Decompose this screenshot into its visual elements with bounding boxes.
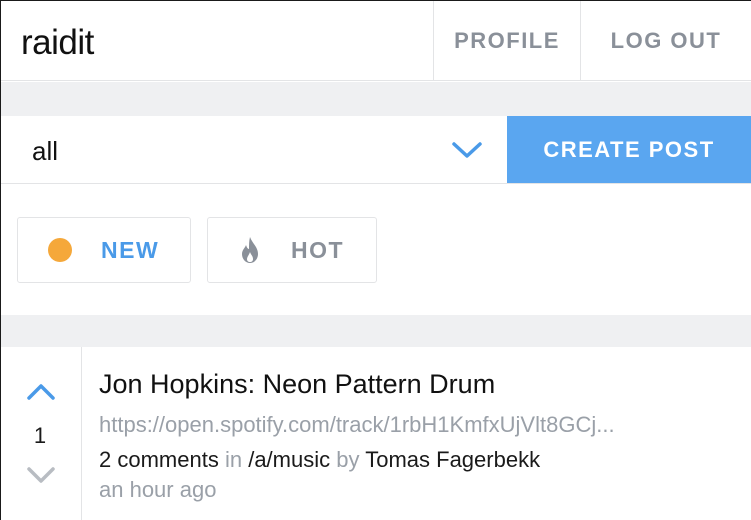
- post-comments-link[interactable]: 2 comments: [99, 447, 219, 472]
- downvote-icon[interactable]: [26, 466, 56, 484]
- app-frame: raidit PROFILE LOG OUT all CREATE POST N…: [0, 0, 751, 520]
- sort-new-label: NEW: [101, 236, 160, 263]
- sort-hot-label: HOT: [291, 236, 345, 263]
- community-select-row: all CREATE POST: [1, 116, 751, 184]
- post-item: 1 Jon Hopkins: Neon Pattern Drum https:/…: [1, 347, 751, 520]
- meta-in-text: in: [224, 447, 243, 472]
- upvote-icon[interactable]: [26, 383, 56, 401]
- community-select[interactable]: all: [1, 116, 507, 183]
- sort-hot-button[interactable]: HOT: [207, 217, 377, 283]
- post-score: 1: [33, 423, 47, 448]
- post-url[interactable]: https://open.spotify.com/track/1rbH1Kmfx…: [99, 412, 733, 438]
- flame-icon: [242, 237, 258, 263]
- post-timestamp: an hour ago: [99, 477, 217, 502]
- meta-by-text: by: [336, 447, 360, 472]
- section-spacer: [1, 315, 751, 347]
- create-post-button[interactable]: CREATE POST: [507, 116, 751, 183]
- post-author-link[interactable]: Tomas Fagerbekk: [365, 447, 540, 472]
- post-meta: 2 comments in /a/music by Tomas Fagerbek…: [99, 447, 540, 473]
- profile-button[interactable]: PROFILE: [433, 1, 580, 81]
- community-select-value: all: [32, 136, 59, 166]
- post-title[interactable]: Jon Hopkins: Neon Pattern Drum: [99, 369, 495, 400]
- header: raidit PROFILE LOG OUT: [1, 1, 751, 81]
- app-logo[interactable]: raidit: [21, 23, 94, 63]
- chevron-down-icon: [452, 142, 482, 158]
- logout-button[interactable]: LOG OUT: [580, 1, 751, 81]
- post-community-link[interactable]: /a/music: [248, 447, 330, 472]
- sort-bar: NEW HOT: [1, 185, 751, 315]
- dot-icon: [48, 238, 72, 262]
- section-spacer: [1, 82, 751, 116]
- sort-new-button[interactable]: NEW: [17, 217, 191, 283]
- vote-column: 1: [1, 347, 82, 520]
